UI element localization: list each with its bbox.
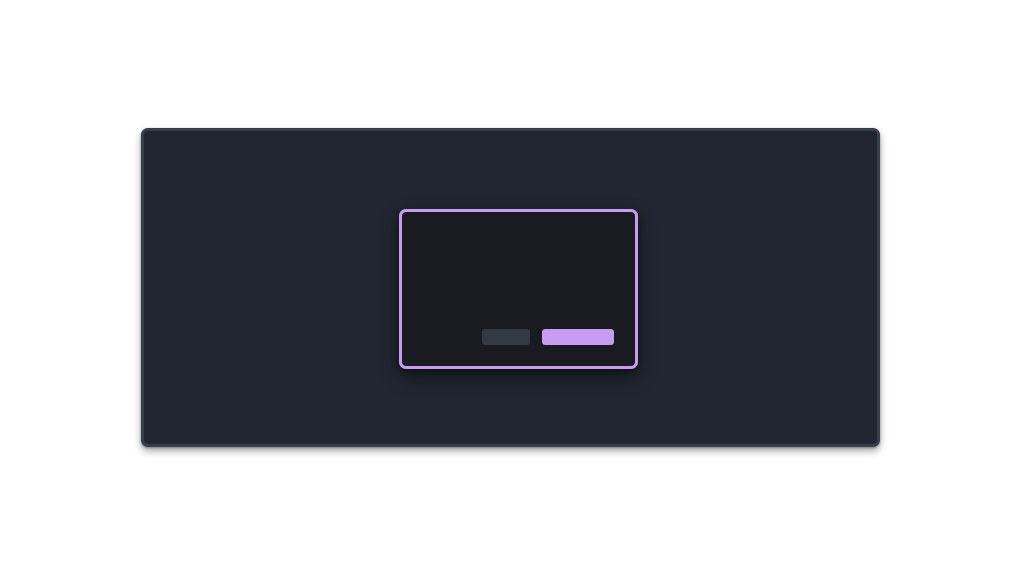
confirm-button[interactable]	[542, 329, 614, 345]
cancel-button[interactable]	[482, 329, 530, 345]
page-canvas	[0, 0, 1024, 576]
app-window	[141, 128, 880, 447]
modal-dialog	[399, 209, 638, 369]
